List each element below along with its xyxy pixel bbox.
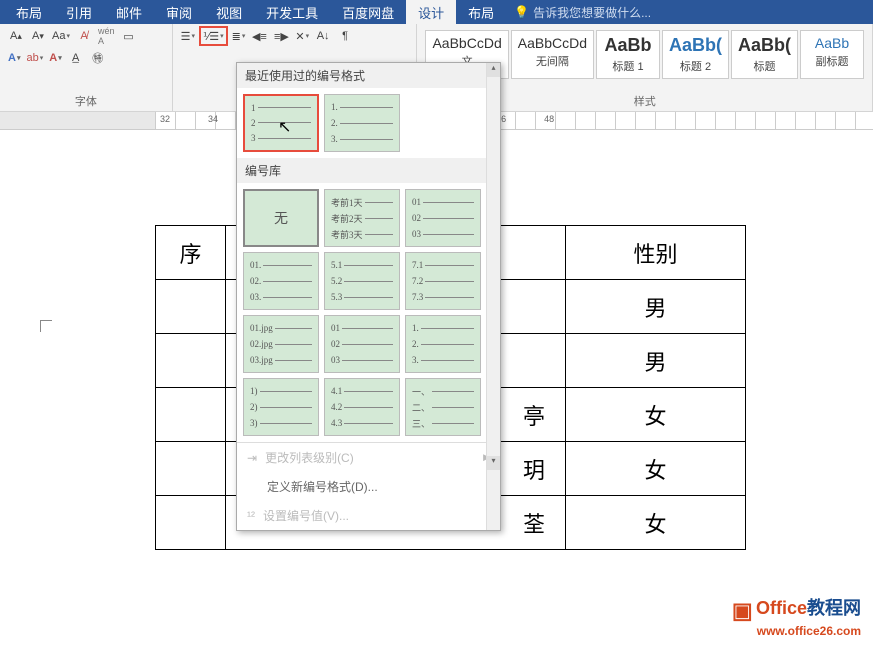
text-effects-button[interactable]: A▾ xyxy=(6,48,22,68)
numbering-dropdown: ▴ ▾ 最近使用过的编号格式 1 2 3 1. 2. 3. 编号库 无 考前1天… xyxy=(236,62,501,531)
tell-me-text: 告诉我您想要做什么... xyxy=(533,4,651,21)
tab-baidu[interactable]: 百度网盘 xyxy=(330,0,406,26)
tab-design[interactable]: 设计 xyxy=(406,0,456,26)
font-group: A▴ A▾ Aa▾ A̸ wénA ▭ A▾ ab▾ A▾ A̲ ㊕ 字体 xyxy=(0,24,173,111)
tab-developer[interactable]: 开发工具 xyxy=(254,0,330,26)
table-cell[interactable]: 性别 xyxy=(566,226,746,280)
tell-me-search[interactable]: 💡 告诉我您想要做什么... xyxy=(514,4,651,21)
char-shading-button[interactable]: A̲ xyxy=(66,48,86,68)
char-border-button[interactable]: ▭ xyxy=(119,26,139,46)
style-title[interactable]: AaBb(标题 xyxy=(731,30,798,79)
numbering-button[interactable]: ⅟☰▾ xyxy=(199,26,228,46)
show-marks-button[interactable]: ¶ xyxy=(335,26,355,46)
table-cell[interactable]: 序 xyxy=(156,226,226,280)
highlight-button[interactable]: ab▾ xyxy=(24,48,45,68)
tab-view[interactable]: 视图 xyxy=(204,0,254,26)
number-format-item[interactable]: 4.1 4.2 4.3 xyxy=(324,378,400,436)
tab-layout2[interactable]: 布局 xyxy=(456,0,506,26)
number-icon: ¹² xyxy=(247,509,255,523)
number-format-item[interactable]: 1) 2) 3) xyxy=(243,378,319,436)
office-logo-icon: ▣ xyxy=(732,598,753,624)
tab-references[interactable]: 引用 xyxy=(54,0,104,26)
change-list-level-menu: ⇥ 更改列表级别(C) ▶ xyxy=(237,443,500,472)
number-format-item[interactable]: 5.1 5.2 5.3 xyxy=(324,252,400,310)
set-number-value-menu: ¹² 设置编号值(V)... xyxy=(237,501,500,530)
sort-button[interactable]: A↓ xyxy=(313,26,333,46)
number-format-item[interactable]: 01 02 03 xyxy=(324,315,400,373)
number-format-recent-2[interactable]: 1. 2. 3. xyxy=(324,94,400,152)
number-format-item[interactable]: 考前1天 考前2天 考前3天 xyxy=(324,189,400,247)
scrollbar[interactable]: ▴ ▾ xyxy=(486,63,500,530)
font-color-button[interactable]: A▾ xyxy=(47,48,63,68)
indent-icon: ⇥ xyxy=(247,451,257,465)
phonetic-button[interactable]: wénA xyxy=(96,26,117,46)
number-library-title: 编号库 xyxy=(237,158,500,183)
bullets-button[interactable]: ☰▾ xyxy=(179,26,197,46)
page-corner-icon xyxy=(40,320,52,332)
multilevel-button[interactable]: ≣▾ xyxy=(230,26,248,46)
scroll-down-icon[interactable]: ▾ xyxy=(487,456,500,470)
change-case-button[interactable]: Aa▾ xyxy=(50,26,72,46)
style-heading2[interactable]: AaBb(标题 2 xyxy=(662,30,729,79)
style-nospacing[interactable]: AaBbCcDd无间隔 xyxy=(511,30,594,79)
number-format-item[interactable]: 1. 2. 3. xyxy=(405,315,481,373)
recent-formats-title: 最近使用过的编号格式 xyxy=(237,63,500,88)
grow-font-button[interactable]: A▴ xyxy=(6,26,26,46)
shrink-font-button[interactable]: A▾ xyxy=(28,26,48,46)
tab-layout1[interactable]: 布局 xyxy=(4,0,54,26)
number-format-item[interactable]: 7.1 7.2 7.3 xyxy=(405,252,481,310)
font-group-label: 字体 xyxy=(6,91,166,111)
tab-mailings[interactable]: 邮件 xyxy=(104,0,154,26)
ribbon-tabs: 布局 引用 邮件 审阅 视图 开发工具 百度网盘 设计 布局 💡 告诉我您想要做… xyxy=(0,0,873,24)
clear-format-button[interactable]: A̸ xyxy=(74,26,94,46)
watermark: ▣ Office教程网 www.office26.com xyxy=(732,594,861,638)
asian-layout-button[interactable]: ✕▾ xyxy=(293,26,311,46)
scroll-up-icon[interactable]: ▴ xyxy=(487,63,500,77)
number-format-item[interactable]: 01. 02. 03. xyxy=(243,252,319,310)
number-format-recent-1[interactable]: 1 2 3 xyxy=(243,94,319,152)
increase-indent-button[interactable]: ≡▶ xyxy=(271,26,291,46)
lightbulb-icon: 💡 xyxy=(514,5,529,19)
watermark-url: www.office26.com xyxy=(732,624,861,638)
decrease-indent-button[interactable]: ◀≡ xyxy=(249,26,269,46)
style-subtitle[interactable]: AaBb副标题 xyxy=(800,30,864,79)
number-format-none[interactable]: 无 xyxy=(243,189,319,247)
tab-review[interactable]: 审阅 xyxy=(154,0,204,26)
number-format-item[interactable]: 01 02 03 xyxy=(405,189,481,247)
style-heading1[interactable]: AaBb标题 1 xyxy=(596,30,660,79)
number-format-item[interactable]: 一、 二、 三、 xyxy=(405,378,481,436)
define-number-format-menu[interactable]: 定义新编号格式(D)... xyxy=(237,472,500,501)
number-format-item[interactable]: 01.jpg 02.jpg 03.jpg xyxy=(243,315,319,373)
enclose-char-button[interactable]: ㊕ xyxy=(88,48,108,68)
